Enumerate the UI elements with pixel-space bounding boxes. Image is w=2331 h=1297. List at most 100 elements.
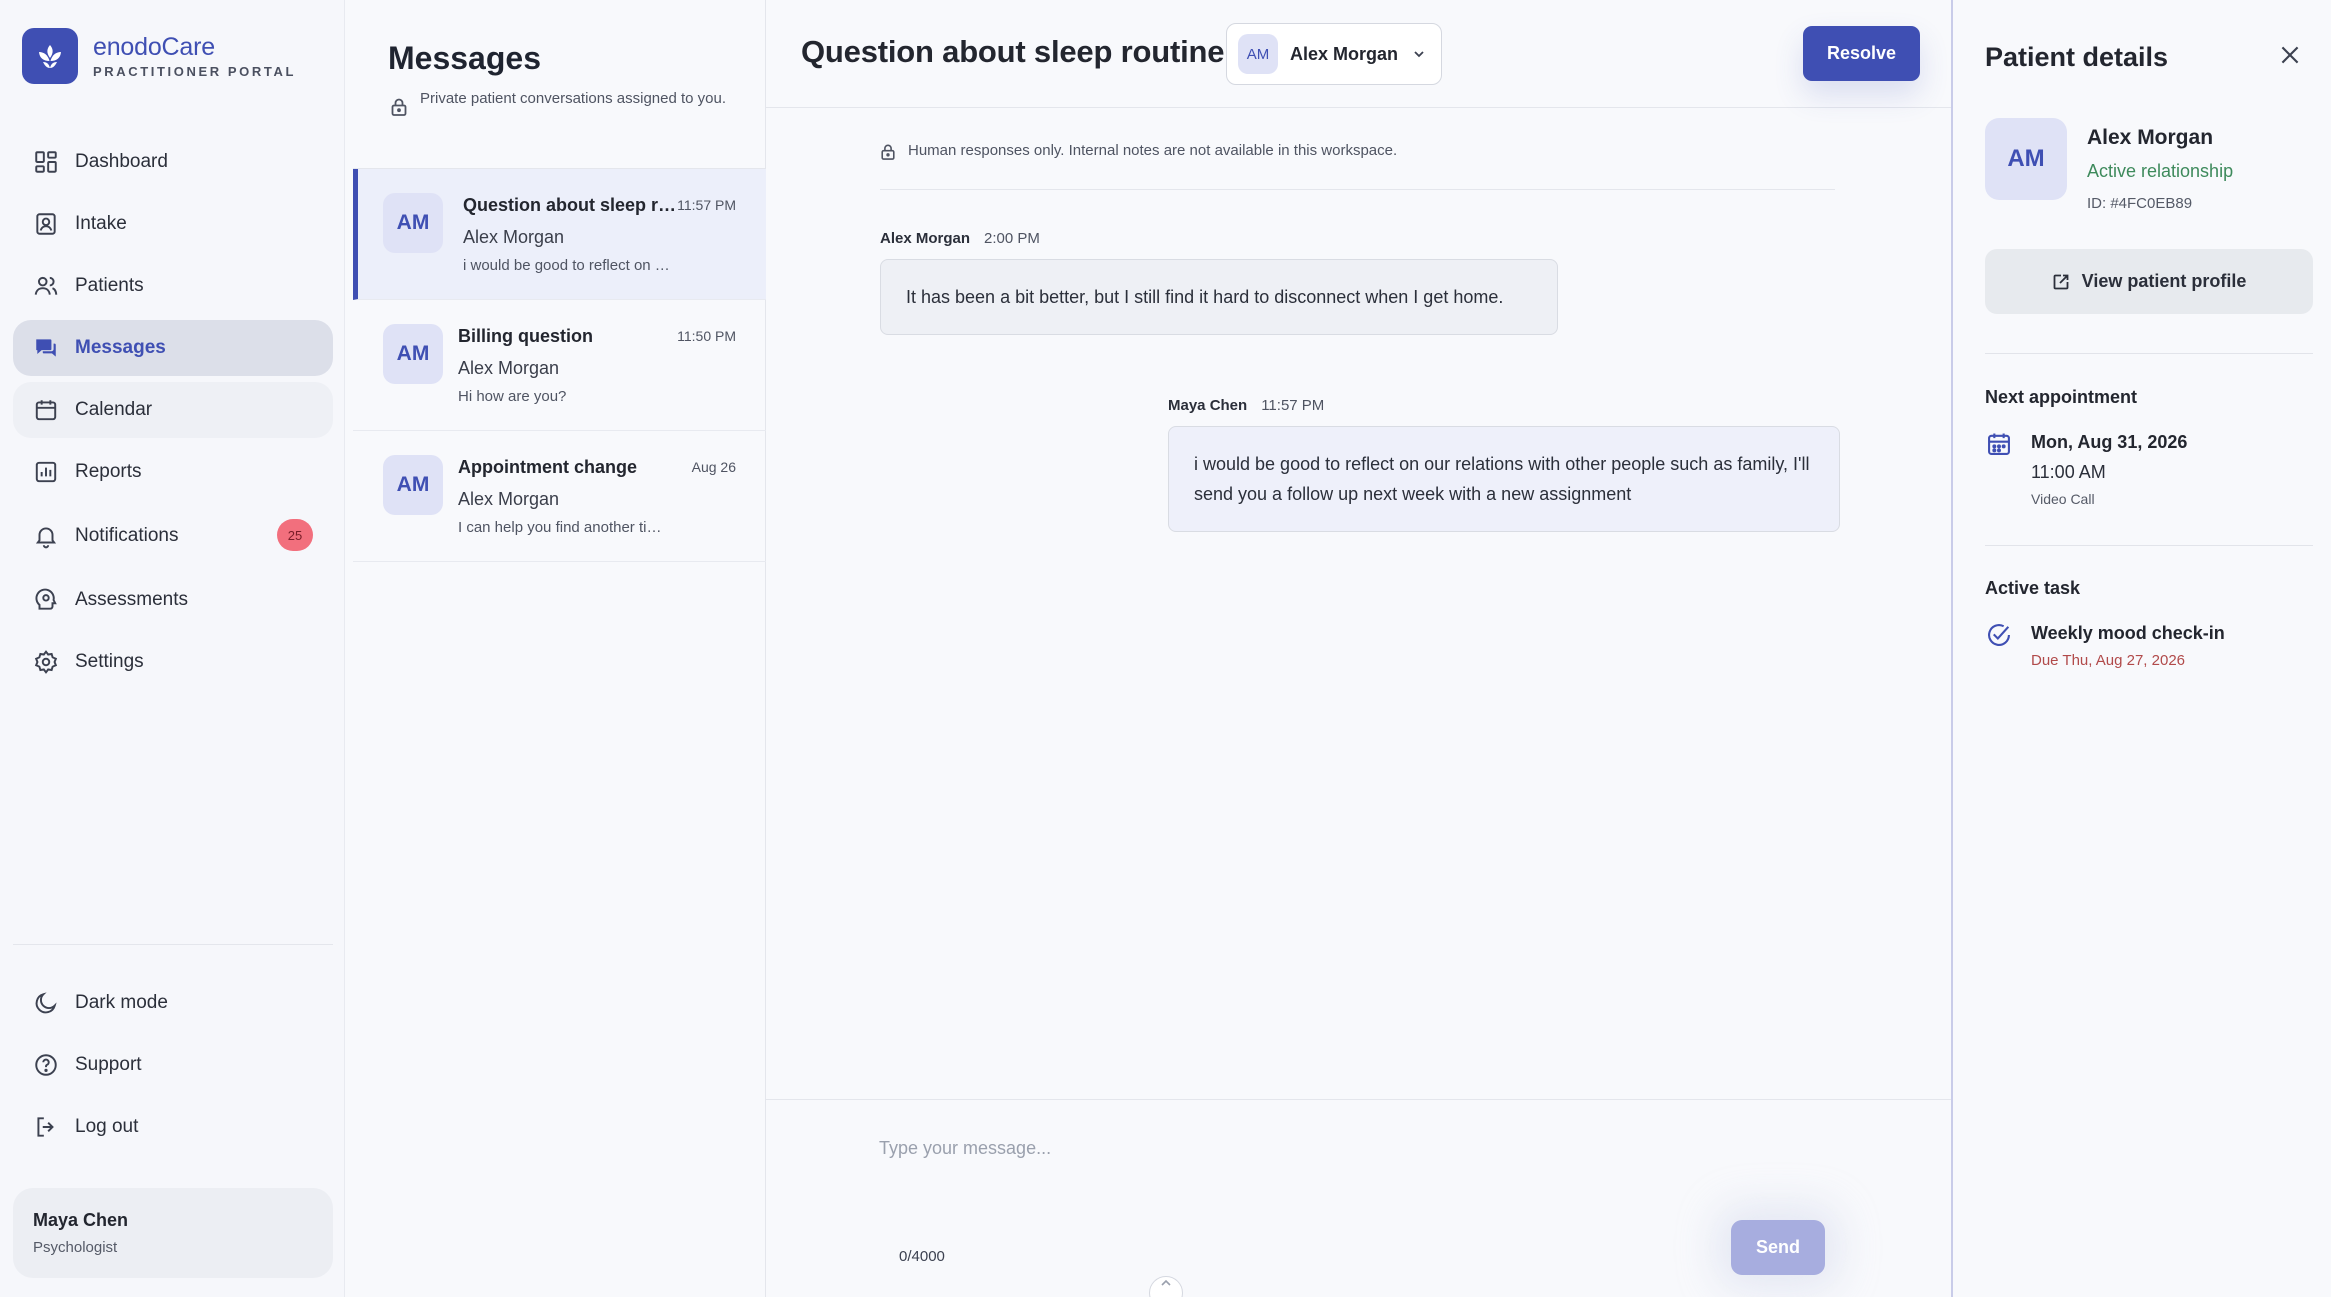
main-nav: Dashboard Intake Patients Messages Calen… — [13, 134, 333, 696]
active-task-label: Active task — [1985, 578, 2081, 598]
patient-selector[interactable]: AM Alex Morgan — [1226, 23, 1442, 85]
conversation-patient: Alex Morgan — [458, 358, 560, 378]
chevron-down-icon — [1412, 47, 1426, 61]
sidebar-item-notifications[interactable]: Notifications 25 — [13, 506, 333, 566]
sidebar-item-label: Dark mode — [75, 992, 168, 1013]
patient-selector-name: Alex Morgan — [1290, 43, 1399, 64]
sidebar-item-settings[interactable]: Settings — [13, 634, 333, 690]
sidebar-item-label: Intake — [75, 213, 127, 234]
conversation-preview: Hi how are you? — [458, 388, 567, 405]
appointment-time: 11:00 AM — [2031, 462, 2106, 482]
bell-icon — [33, 523, 59, 549]
calendar-icon — [33, 397, 59, 423]
current-user-card[interactable]: Maya Chen Psychologist — [13, 1188, 333, 1278]
conversation-item[interactable]: AM Appointment change Alex Morgan I can … — [353, 431, 766, 562]
intake-icon — [33, 211, 59, 237]
message-bubble: It has been a bit better, but I still fi… — [880, 259, 1558, 335]
sidebar-item-calendar[interactable]: Calendar — [13, 382, 333, 438]
sidebar: enodoCare PRACTITIONER PORTAL Dashboard … — [0, 0, 345, 1297]
conversation-preview: I can help you find another time that wo… — [458, 519, 673, 536]
logout-button[interactable]: Log out — [13, 1099, 333, 1155]
view-patient-profile-button[interactable]: View patient profile — [1985, 249, 2313, 314]
message-incoming: Alex Morgan 2:00 PM It has been a bit bet… — [880, 230, 1558, 335]
patient-name: Alex Morgan — [2087, 126, 2214, 149]
page-title: Messages — [388, 40, 541, 76]
sidebar-item-label: Settings — [75, 651, 144, 672]
scroll-indicator[interactable] — [1149, 1276, 1183, 1297]
view-patient-profile-label: View patient profile — [2081, 271, 2247, 291]
user-name: Maya Chen — [33, 1210, 129, 1230]
privacy-note: Private patient conversations assigned t… — [390, 89, 730, 117]
sidebar-item-assessments[interactable]: Assessments — [13, 572, 333, 628]
message-sender: Alex Morgan — [880, 230, 971, 247]
relationship-status: Active relationship — [2087, 161, 2234, 181]
resolve-button[interactable]: Resolve — [1803, 26, 1920, 81]
divider — [1985, 545, 2313, 546]
message-meta: Maya Chen 11:57 PM — [1168, 397, 1840, 414]
message-time: 11:57 PM — [1261, 397, 1325, 414]
sidebar-item-label: Notifications — [75, 525, 179, 546]
avatar: AM — [1238, 34, 1278, 74]
brand-logo — [22, 28, 78, 84]
check-circle-icon — [1985, 621, 2013, 649]
brand-name: enodoCare — [93, 33, 215, 61]
sidebar-divider — [13, 944, 333, 945]
task-due-date: Due Thu, Aug 27, 2026 — [2031, 652, 2186, 669]
conversation-patient: Alex Morgan — [463, 227, 565, 247]
avatar: AM — [383, 324, 443, 384]
message-time: 2:00 PM — [984, 230, 1040, 247]
user-role: Psychologist — [33, 1239, 118, 1256]
message-outgoing: Maya Chen 11:57 PM i would be good to ref… — [1168, 397, 1840, 532]
sidebar-item-label: Reports — [75, 461, 142, 482]
patients-icon — [33, 273, 59, 299]
brand[interactable]: enodoCare PRACTITIONER PORTAL — [22, 28, 296, 84]
conversation-item[interactable]: AM Billing question Alex Morgan Hi how a… — [353, 300, 766, 431]
patient-id: ID: #4FC0EB89 — [2087, 195, 2193, 212]
avatar: AM — [383, 455, 443, 515]
moon-icon — [33, 990, 59, 1016]
conversation-title: Appointment change — [458, 457, 637, 477]
task-name: Weekly mood check-in — [2031, 623, 2225, 643]
conversation-item[interactable]: AM Question about sleep routine Alex Mor… — [353, 169, 766, 300]
character-count: 0/4000 — [899, 1248, 945, 1265]
sidebar-item-dashboard[interactable]: Dashboard — [13, 134, 333, 190]
notification-count-badge: 25 — [277, 519, 313, 551]
sidebar-item-label: Dashboard — [75, 151, 168, 172]
avatar: AM — [1985, 118, 2067, 200]
conversation-title: Billing question — [458, 326, 593, 346]
sidebar-item-label: Log out — [75, 1116, 139, 1137]
assessments-icon — [33, 587, 59, 613]
message-input[interactable] — [879, 1138, 1779, 1228]
next-appointment-label: Next appointment — [1985, 387, 2138, 407]
sidebar-item-intake[interactable]: Intake — [13, 196, 333, 252]
sidebar-item-label: Calendar — [75, 399, 153, 420]
dashboard-icon — [33, 149, 59, 175]
messages-icon — [33, 335, 59, 361]
dark-mode-toggle[interactable]: Dark mode — [13, 975, 333, 1031]
sidebar-item-reports[interactable]: Reports — [13, 444, 333, 500]
divider — [1985, 353, 2313, 354]
send-button[interactable]: Send — [1731, 1220, 1825, 1275]
conversation-heading: Question about sleep routine — [801, 34, 1225, 69]
brand-subtitle: PRACTITIONER PORTAL — [93, 64, 296, 79]
sidebar-item-patients[interactable]: Patients — [13, 258, 333, 314]
chat-header: Question about sleep routine AM Alex Mor… — [766, 0, 1951, 108]
conversation-title: Question about sleep routine — [463, 195, 678, 215]
sidebar-item-support[interactable]: Support — [13, 1037, 333, 1093]
gear-icon — [33, 649, 59, 675]
workspace-notice: Human responses only. Internal notes are… — [880, 142, 1835, 190]
conversation-items: AM Question about sleep routine Alex Mor… — [353, 168, 766, 562]
close-icon[interactable] — [2277, 42, 2303, 68]
sidebar-item-label: Support — [75, 1054, 142, 1075]
chat-panel: Question about sleep routine AM Alex Mor… — [766, 0, 1951, 1297]
lock-icon — [880, 143, 896, 161]
sidebar-item-label: Messages — [75, 337, 166, 358]
message-composer: 0/4000 Send — [766, 1099, 1951, 1297]
sidebar-item-messages[interactable]: Messages — [13, 320, 333, 376]
appointment-type: Video Call — [2031, 491, 2095, 507]
conversation-patient: Alex Morgan — [458, 489, 560, 509]
workspace-notice-text: Human responses only. Internal notes are… — [908, 142, 1398, 159]
panel-title: Patient details — [1985, 42, 2169, 72]
conversation-time: 11:50 PM — [677, 328, 736, 344]
calendar-icon — [1985, 430, 2013, 458]
